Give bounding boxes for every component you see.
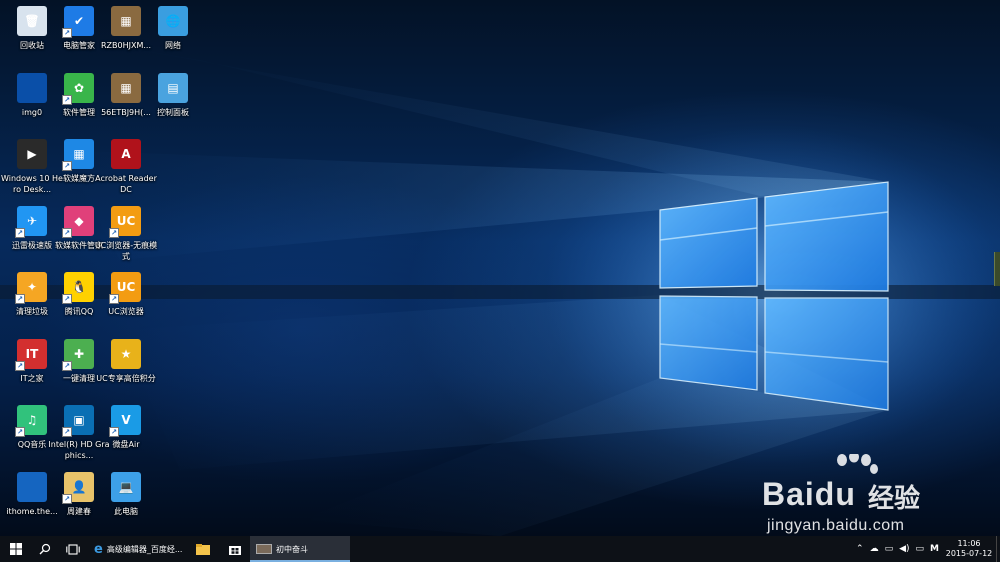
show-desktop-button[interactable] xyxy=(996,536,1000,562)
shortcut-arrow-icon: ↗ xyxy=(15,427,25,437)
shortcut-arrow-icon: ↗ xyxy=(62,227,72,238)
side-panel-handle[interactable] xyxy=(994,252,1000,286)
control-panel-icon: ▤ xyxy=(158,72,188,103)
chevron-up-icon[interactable]: ⌃ xyxy=(856,544,864,554)
weipan-icon: V ↗ xyxy=(109,405,141,437)
movie-file-icon: ▦ xyxy=(111,72,141,103)
desktop-icon[interactable]: V ↗ 微盘Air xyxy=(94,401,158,465)
intel-graphics-icon: ▣ ↗ xyxy=(62,405,94,437)
shortcut-arrow-icon: ↗ xyxy=(15,294,25,304)
acrobat-icon: A xyxy=(111,139,141,169)
clock-time: 11:06 xyxy=(957,539,981,548)
windows-start-icon xyxy=(10,543,22,555)
desktop-icon[interactable]: ★ UC专享高倍积分 xyxy=(94,335,158,399)
desktop-icon[interactable]: UC ↗ UC浏览器-无痕模式 xyxy=(94,202,158,266)
ruanmei-software-icon: ◆ ↗ xyxy=(62,205,94,238)
start-button[interactable] xyxy=(0,536,32,562)
one-click-clean-icon: ✚ ↗ xyxy=(62,338,94,371)
shortcut-arrow-icon: ↗ xyxy=(62,161,72,171)
network-icon[interactable]: ▭ xyxy=(885,544,894,554)
tray-app-icon[interactable]: ☁ xyxy=(870,544,879,554)
software-manager-icon: ✿ ↗ xyxy=(62,72,94,105)
baidu-url: jingyan.baidu.com xyxy=(767,517,905,534)
video-thumb-icon xyxy=(256,544,272,554)
video-file-icon: ▶ xyxy=(17,139,47,169)
ruanmei-cube-icon: ▦ ↗ xyxy=(62,139,94,171)
pc-manager-icon: ✔ ↗ xyxy=(62,6,94,38)
desktop-icon[interactable]: A Acrobat Reader DC xyxy=(94,135,158,199)
shortcut-arrow-icon: ↗ xyxy=(15,360,25,371)
taskbar-app-edge[interactable]: e 高级编辑器_百度经... xyxy=(88,536,186,562)
desktop-icon-label: UC专享高倍积分 xyxy=(96,373,156,383)
shortcut-arrow-icon: ↗ xyxy=(62,294,72,304)
uc-browser-icon: UC ↗ xyxy=(109,272,141,304)
baidu-jingyan-watermark: Baidu 经验 jingyan.baidu.com xyxy=(762,454,942,536)
shortcut-arrow-icon: ↗ xyxy=(62,28,72,38)
theme-file-icon xyxy=(17,471,47,502)
desktop-icon-label: 控制面板 xyxy=(157,107,189,117)
desktop-icon-label: 此电脑 xyxy=(114,506,138,516)
volume-icon[interactable]: ◀) xyxy=(899,544,909,554)
notification-icon[interactable]: ▭ xyxy=(916,544,925,554)
desktop-icon-label: 网络 xyxy=(165,41,181,50)
taskbar-app-file-explorer[interactable] xyxy=(186,536,220,562)
search-button[interactable] xyxy=(32,536,58,562)
network-icon: 🌐 xyxy=(158,6,188,36)
desktop-icon-label: UC浏览器 xyxy=(108,307,144,316)
qq-icon: 🐧 ↗ xyxy=(62,272,94,304)
clean-junk-icon: ✦ ↗ xyxy=(15,272,47,304)
uc-points-icon: ★ xyxy=(111,338,141,369)
file-explorer-icon xyxy=(196,543,210,555)
desktop-icon-label: 微盘Air xyxy=(112,440,140,449)
system-tray: ⌃ ☁ ▭ ◀) ▭ M 11:06 2015-07-12 xyxy=(853,536,1000,562)
search-icon xyxy=(39,543,51,555)
task-view-button[interactable] xyxy=(58,536,88,562)
shortcut-arrow-icon: ↗ xyxy=(62,360,72,371)
baidu-brand: Baidu xyxy=(762,476,856,512)
movie-file-icon: ▦ xyxy=(111,6,141,36)
shortcut-arrow-icon: ↗ xyxy=(15,227,25,238)
uc-browser-icon: UC ↗ xyxy=(109,205,141,238)
input-indicator[interactable]: M xyxy=(930,544,939,554)
taskbar: e 高级编辑器_百度经... 初中奋斗 ⌃ ☁ ▭ ◀) ▭ M 11:06 2… xyxy=(0,536,1000,562)
desktop-icon-label: Acrobat Reader DC xyxy=(95,174,157,194)
shortcut-arrow-icon: ↗ xyxy=(109,427,119,437)
xunlei-icon: ✈ ↗ xyxy=(15,205,47,238)
image-file-icon xyxy=(17,72,47,103)
desktop-icon[interactable]: UC ↗ UC浏览器 xyxy=(94,268,158,332)
edge-icon: e xyxy=(94,541,103,557)
shortcut-arrow-icon: ↗ xyxy=(62,493,72,504)
task-view-icon xyxy=(66,543,80,555)
desktop-icon-label: UC浏览器-无痕模式 xyxy=(94,240,158,261)
desktop-icon[interactable]: ▤ 控制面板 xyxy=(141,69,205,133)
desktop[interactable]: 🗑 回收站 ✔ ↗ 电脑管家 ▦ RZB0HJXM... 🌐 网络 img0 ✿ ↗ 软件管理 ▦ 56ET… xyxy=(0,0,1000,536)
shortcut-arrow-icon: ↗ xyxy=(62,427,72,437)
desktop-icon[interactable]: 🌐 网络 xyxy=(141,2,205,66)
this-pc-icon: 💻 xyxy=(111,471,141,502)
clock[interactable]: 11:06 2015-07-12 xyxy=(942,539,996,559)
shortcut-arrow-icon: ↗ xyxy=(62,94,72,105)
taskbar-app-active-video[interactable]: 初中奋斗 xyxy=(250,536,350,562)
taskbar-app-label: 初中奋斗 xyxy=(276,544,308,554)
store-icon xyxy=(229,546,241,555)
clock-date: 2015-07-12 xyxy=(945,549,993,558)
user-folder-icon: 👤 ↗ xyxy=(62,471,94,504)
recycle-bin-icon: 🗑 xyxy=(17,6,47,36)
taskbar-app-label: 高级编辑器_百度经... xyxy=(106,544,183,554)
shortcut-arrow-icon: ↗ xyxy=(109,294,119,304)
shortcut-arrow-icon: ↗ xyxy=(109,227,119,238)
taskbar-app-store[interactable] xyxy=(220,536,250,562)
qq-music-icon: ♫ ↗ xyxy=(15,405,47,437)
desktop-icon[interactable]: 💻 此电脑 xyxy=(94,468,158,532)
baidu-brand-cn: 经验 xyxy=(868,484,921,514)
ithome-icon: IT ↗ xyxy=(15,338,47,371)
